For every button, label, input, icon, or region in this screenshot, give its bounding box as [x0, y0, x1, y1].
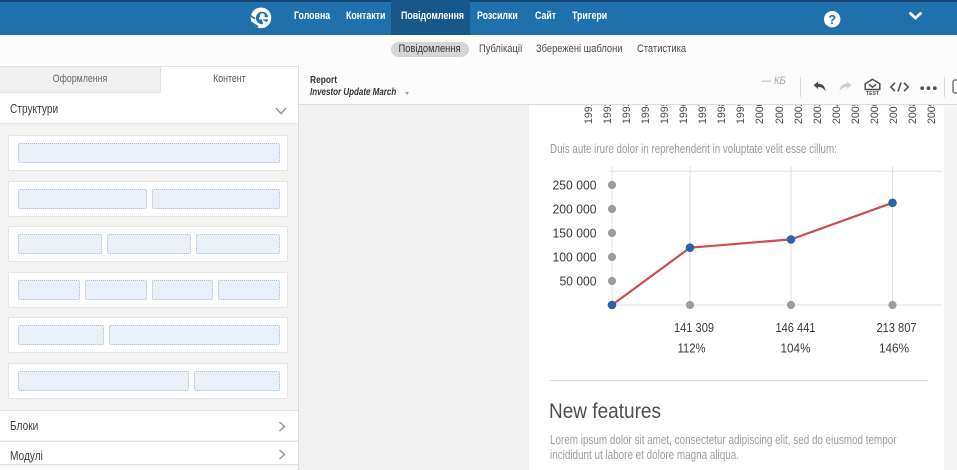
svg-text:100 000: 100 000 [552, 249, 596, 264]
svg-text:213 807: 213 807 [876, 320, 916, 335]
svg-text:146%: 146% [879, 340, 909, 355]
svg-text:141 309: 141 309 [674, 320, 714, 335]
svg-text:TEST: TEST [866, 91, 880, 95]
svg-text:200 000: 200 000 [552, 201, 596, 216]
svg-text:?: ? [828, 12, 836, 27]
svg-text:150 000: 150 000 [552, 225, 596, 240]
svg-text:104%: 104% [780, 340, 810, 355]
svg-text:250 000: 250 000 [552, 177, 596, 192]
svg-text:146 441: 146 441 [775, 320, 815, 335]
svg-text:50 000: 50 000 [559, 273, 596, 288]
svg-text:112%: 112% [677, 340, 705, 355]
